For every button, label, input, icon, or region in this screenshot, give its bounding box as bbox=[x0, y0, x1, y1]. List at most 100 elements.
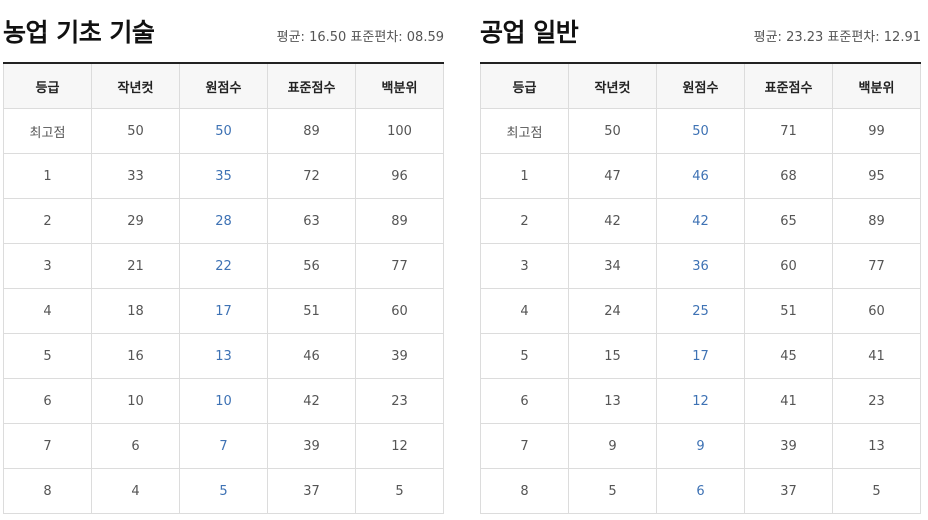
table-cell: 41 bbox=[744, 378, 833, 424]
table-cell: 5 bbox=[179, 468, 268, 514]
table-cell: 5 bbox=[568, 468, 657, 514]
column-header: 등급 bbox=[3, 62, 92, 109]
table-cell: 22 bbox=[179, 243, 268, 289]
table-cell: 42 bbox=[267, 378, 356, 424]
table-cell: 16 bbox=[91, 333, 180, 379]
table-header-row: 등급 작년컷 원점수 표준점수 백분위 bbox=[3, 62, 444, 109]
table-cell: 42 bbox=[656, 198, 745, 244]
table-header-row: 등급 작년컷 원점수 표준점수 백분위 bbox=[480, 62, 921, 109]
column-header: 표준점수 bbox=[267, 62, 356, 109]
table-cell: 18 bbox=[91, 288, 180, 334]
table-row: 8 4 5 37 5 bbox=[3, 468, 444, 514]
column-header: 백분위 bbox=[832, 62, 921, 109]
grade-table: 등급 작년컷 원점수 표준점수 백분위 최고점 50 50 89 100 1 33 35 72… bbox=[3, 62, 444, 514]
table-row: 5 15 17 45 41 bbox=[480, 333, 921, 379]
table-cell: 5 bbox=[832, 468, 921, 514]
panel-title: 공업 일반 bbox=[480, 18, 579, 47]
table-cell: 10 bbox=[179, 378, 268, 424]
table-cell: 8 bbox=[480, 468, 569, 514]
table-cell: 28 bbox=[179, 198, 268, 244]
table-cell: 50 bbox=[568, 108, 657, 154]
table-cell: 9 bbox=[568, 423, 657, 469]
table-cell: 51 bbox=[267, 288, 356, 334]
table-cell: 51 bbox=[744, 288, 833, 334]
table-cell: 9 bbox=[656, 423, 745, 469]
table-cell: 23 bbox=[832, 378, 921, 424]
table-cell: 6 bbox=[656, 468, 745, 514]
table-cell: 39 bbox=[744, 423, 833, 469]
panel-stats: 평균: 16.50 표준편차: 08.59 bbox=[276, 30, 444, 45]
grade-table: 등급 작년컷 원점수 표준점수 백분위 최고점 50 50 71 99 1 47 46 68 9… bbox=[480, 62, 921, 514]
table-cell: 100 bbox=[355, 108, 444, 154]
table-cell: 37 bbox=[267, 468, 356, 514]
table-cell: 5 bbox=[355, 468, 444, 514]
table-cell: 60 bbox=[744, 243, 833, 289]
table-cell: 8 bbox=[3, 468, 92, 514]
table-cell: 21 bbox=[91, 243, 180, 289]
table-cell: 15 bbox=[568, 333, 657, 379]
table-cell: 63 bbox=[267, 198, 356, 244]
table-cell: 42 bbox=[568, 198, 657, 244]
table-cell: 89 bbox=[267, 108, 356, 154]
table-cell: 71 bbox=[744, 108, 833, 154]
table-cell: 1 bbox=[3, 153, 92, 199]
table-cell: 33 bbox=[91, 153, 180, 199]
column-header: 표준점수 bbox=[744, 62, 833, 109]
table-cell: 최고점 bbox=[480, 108, 569, 154]
table-cell: 89 bbox=[832, 198, 921, 244]
column-header: 등급 bbox=[480, 62, 569, 109]
table-cell: 5 bbox=[480, 333, 569, 379]
table-cell: 12 bbox=[355, 423, 444, 469]
table-row: 최고점 50 50 89 100 bbox=[3, 108, 444, 154]
table-cell: 6 bbox=[480, 378, 569, 424]
table-row: 3 21 22 56 77 bbox=[3, 243, 444, 289]
table-cell: 23 bbox=[355, 378, 444, 424]
table-cell: 37 bbox=[744, 468, 833, 514]
table-cell: 65 bbox=[744, 198, 833, 244]
table-cell: 12 bbox=[656, 378, 745, 424]
table-cell: 최고점 bbox=[3, 108, 92, 154]
table-cell: 77 bbox=[832, 243, 921, 289]
table-cell: 7 bbox=[480, 423, 569, 469]
table-cell: 29 bbox=[91, 198, 180, 244]
panel-header: 농업 기초 기술 평균: 16.50 표준편차: 08.59 bbox=[3, 0, 444, 62]
table-cell: 39 bbox=[267, 423, 356, 469]
table-cell: 36 bbox=[656, 243, 745, 289]
table-cell: 10 bbox=[91, 378, 180, 424]
table-cell: 95 bbox=[832, 153, 921, 199]
panel-title: 농업 기초 기술 bbox=[3, 18, 155, 47]
panel-stats: 평균: 23.23 표준편차: 12.91 bbox=[753, 30, 921, 45]
panel-industrial-general: 공업 일반 평균: 23.23 표준편차: 12.91 등급 작년컷 원점수 표… bbox=[480, 0, 921, 514]
table-cell: 60 bbox=[832, 288, 921, 334]
table-cell: 1 bbox=[480, 153, 569, 199]
table-row: 2 29 28 63 89 bbox=[3, 198, 444, 244]
table-cell: 56 bbox=[267, 243, 356, 289]
table-cell: 17 bbox=[656, 333, 745, 379]
table-row: 7 9 9 39 13 bbox=[480, 423, 921, 469]
table-cell: 46 bbox=[267, 333, 356, 379]
table-cell: 24 bbox=[568, 288, 657, 334]
table-cell: 6 bbox=[3, 378, 92, 424]
table-cell: 46 bbox=[656, 153, 745, 199]
table-row: 6 13 12 41 23 bbox=[480, 378, 921, 424]
table-cell: 41 bbox=[832, 333, 921, 379]
table-cell: 5 bbox=[3, 333, 92, 379]
table-row: 5 16 13 46 39 bbox=[3, 333, 444, 379]
table-cell: 7 bbox=[3, 423, 92, 469]
panel-agricultural-basic-tech: 농업 기초 기술 평균: 16.50 표준편차: 08.59 등급 작년컷 원점… bbox=[3, 0, 444, 514]
table-cell: 50 bbox=[656, 108, 745, 154]
column-header: 원점수 bbox=[656, 62, 745, 109]
table-row: 1 47 46 68 95 bbox=[480, 153, 921, 199]
panel-header: 공업 일반 평균: 23.23 표준편차: 12.91 bbox=[480, 0, 921, 62]
table-row: 1 33 35 72 96 bbox=[3, 153, 444, 199]
table-cell: 2 bbox=[3, 198, 92, 244]
table-cell: 34 bbox=[568, 243, 657, 289]
table-cell: 3 bbox=[480, 243, 569, 289]
table-cell: 35 bbox=[179, 153, 268, 199]
column-header: 백분위 bbox=[355, 62, 444, 109]
table-cell: 45 bbox=[744, 333, 833, 379]
table-row: 8 5 6 37 5 bbox=[480, 468, 921, 514]
column-header: 작년컷 bbox=[568, 62, 657, 109]
table-cell: 13 bbox=[568, 378, 657, 424]
column-header: 작년컷 bbox=[91, 62, 180, 109]
